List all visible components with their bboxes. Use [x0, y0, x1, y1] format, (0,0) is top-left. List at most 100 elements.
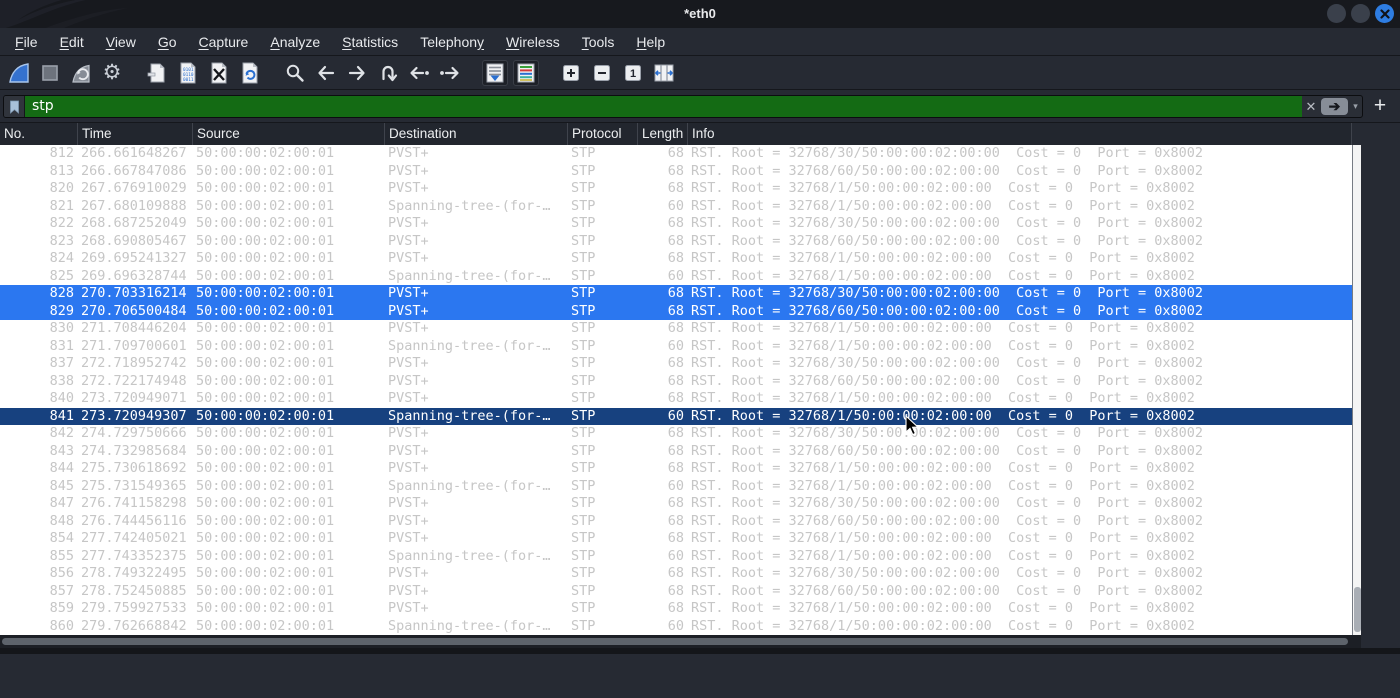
horizontal-scrollbar[interactable]	[0, 635, 1361, 648]
cell-info: RST. Root = 32768/1/50:00:00:02:00:00 Co…	[691, 547, 1195, 564]
menu-file[interactable]: File	[4, 28, 49, 56]
zoom-out-icon[interactable]	[589, 60, 615, 86]
packet-row-845[interactable]: 845 275.731549365 50:00:00:02:00:01 Spannin…	[0, 478, 1352, 496]
cell-no: 848	[49, 512, 74, 529]
go-back-icon[interactable]	[313, 60, 339, 86]
cell-src: 50:00:00:02:00:01	[196, 442, 335, 459]
go-forward-icon[interactable]	[344, 60, 370, 86]
auto-scroll-toggle-icon[interactable]	[482, 59, 508, 86]
packet-row-856[interactable]: 856 278.749322495 50:00:00:02:00:01 PVST+ ST…	[0, 565, 1352, 583]
menu-statistics[interactable]: Statistics	[331, 28, 409, 56]
restart-capture-icon[interactable]	[68, 60, 94, 86]
packet-row-837[interactable]: 837 272.718952742 50:00:00:02:00:01 PVST+ ST…	[0, 355, 1352, 373]
cell-no: 840	[49, 390, 74, 406]
start-capture-icon[interactable]	[6, 60, 32, 86]
column-header-length[interactable]: Length	[638, 123, 688, 145]
add-filter-button[interactable]: +	[1368, 92, 1392, 120]
right-background-band	[1361, 123, 1400, 648]
cell-time: 274.729750666	[81, 425, 187, 441]
resize-columns-icon[interactable]	[651, 60, 677, 86]
close-file-icon[interactable]	[206, 60, 232, 86]
menu-edit[interactable]: Edit	[49, 28, 95, 56]
packet-row-822[interactable]: 822 268.687252049 50:00:00:02:00:01 PVST+ ST…	[0, 215, 1352, 233]
cell-time: 272.722174948	[81, 372, 187, 389]
cell-info: RST. Root = 32768/30/50:00:00:02:00:00 C…	[691, 565, 1204, 581]
packet-row-821[interactable]: 821 267.680109888 50:00:00:02:00:01 Spannin…	[0, 198, 1352, 216]
horizontal-scrollbar-thumb[interactable]	[2, 638, 1348, 645]
column-header-time[interactable]: Time	[78, 123, 193, 145]
packet-row-838[interactable]: 838 272.722174948 50:00:00:02:00:01 PVST+ ST…	[0, 373, 1352, 391]
menu-go[interactable]: Go	[147, 28, 188, 56]
cell-dst: PVST+	[388, 355, 429, 371]
packet-row-828[interactable]: 828 270.703316214 50:00:00:02:00:01 PVST+ ST…	[0, 285, 1352, 303]
filter-apply-button[interactable]: ➔	[1321, 98, 1348, 115]
packet-row-859[interactable]: 859 279.759927533 50:00:00:02:00:01 PVST+ ST…	[0, 600, 1352, 618]
go-first-packet-icon[interactable]	[406, 60, 432, 86]
vertical-scrollbar[interactable]	[1352, 145, 1361, 635]
packet-row-857[interactable]: 857 278.752450885 50:00:00:02:00:01 PVST+ ST…	[0, 583, 1352, 601]
display-filter-input[interactable]: stp	[25, 96, 1302, 117]
packet-row-820[interactable]: 820 267.676910029 50:00:00:02:00:01 PVST+ ST…	[0, 180, 1352, 198]
packet-row-831[interactable]: 831 271.709700601 50:00:00:02:00:01 Spannin…	[0, 338, 1352, 356]
menu-help[interactable]: Help	[625, 28, 676, 56]
packet-row-843[interactable]: 843 274.732985684 50:00:00:02:00:01 PVST+ ST…	[0, 443, 1352, 461]
packet-row-847[interactable]: 847 276.741158298 50:00:00:02:00:01 PVST+ ST…	[0, 495, 1352, 513]
column-header-source[interactable]: Source	[193, 123, 385, 145]
cell-len: 68	[667, 425, 684, 441]
packet-row-854[interactable]: 854 277.742405021 50:00:00:02:00:01 PVST+ ST…	[0, 530, 1352, 548]
filter-bookmark-button[interactable]	[4, 96, 25, 117]
go-last-packet-icon[interactable]	[437, 60, 463, 86]
packet-row-830[interactable]: 830 271.708446204 50:00:00:02:00:01 PVST+ ST…	[0, 320, 1352, 338]
maximize-button[interactable]	[1351, 4, 1370, 23]
packet-row-840[interactable]: 840 273.720949071 50:00:00:02:00:01 PVST+ ST…	[0, 390, 1352, 408]
find-packet-icon[interactable]	[282, 60, 308, 86]
cell-src: 50:00:00:02:00:01	[196, 390, 335, 406]
save-file-icon[interactable]: 0101 0110 0011	[175, 60, 201, 86]
display-filter-bar: stp ✕ ➔ ▾ +	[0, 90, 1400, 123]
packet-row-842[interactable]: 842 274.729750666 50:00:00:02:00:01 PVST+ ST…	[0, 425, 1352, 443]
go-to-packet-icon[interactable]	[375, 60, 401, 86]
packet-row-841[interactable]: 841 273.720949307 50:00:00:02:00:01 Spannin…	[0, 407, 1352, 425]
cell-dst: PVST+	[388, 372, 429, 389]
filter-dropdown-button[interactable]: ▾	[1349, 96, 1362, 117]
packet-row-860[interactable]: 860 279.762668842 50:00:00:02:00:01 Spannin…	[0, 618, 1352, 636]
menu-tools[interactable]: Tools	[571, 28, 626, 56]
packet-row-844[interactable]: 844 275.730618692 50:00:00:02:00:01 PVST+ ST…	[0, 460, 1352, 478]
packet-row-812[interactable]: 812 266.661648267 50:00:00:02:00:01 PVST+ ST…	[0, 145, 1352, 163]
packet-row-825[interactable]: 825 269.696328744 50:00:00:02:00:01 Spannin…	[0, 268, 1352, 286]
zoom-in-icon[interactable]	[558, 60, 584, 86]
menu-wireless[interactable]: Wireless	[495, 28, 571, 56]
menu-analyze[interactable]: Analyze	[259, 28, 331, 56]
packet-row-848[interactable]: 848 276.744456116 50:00:00:02:00:01 PVST+ ST…	[0, 513, 1352, 531]
column-header-destination[interactable]: Destination	[385, 123, 568, 145]
cell-time: 273.720949071	[81, 390, 187, 406]
cell-time: 274.732985684	[81, 442, 187, 459]
column-header-protocol[interactable]: Protocol	[568, 123, 638, 145]
cell-time: 273.720949307	[81, 407, 187, 424]
reload-file-icon[interactable]	[237, 60, 263, 86]
menu-telephony[interactable]: Telephony	[409, 28, 495, 56]
column-header-no[interactable]: No.	[0, 123, 78, 145]
open-file-icon[interactable]	[144, 60, 170, 86]
menu-capture[interactable]: Capture	[188, 28, 260, 56]
zoom-100-icon[interactable]: 1	[620, 60, 646, 86]
stop-capture-icon[interactable]	[37, 60, 63, 86]
cell-time: 266.667847086	[81, 162, 187, 179]
capture-options-icon[interactable]: ⚙	[99, 60, 125, 86]
packet-row-824[interactable]: 824 269.695241327 50:00:00:02:00:01 PVST+ ST…	[0, 250, 1352, 268]
packet-row-829[interactable]: 829 270.706500484 50:00:00:02:00:01 PVST+ ST…	[0, 302, 1352, 320]
packet-row-855[interactable]: 855 277.743352375 50:00:00:02:00:01 Spannin…	[0, 548, 1352, 566]
filter-clear-button[interactable]: ✕	[1302, 96, 1320, 117]
minimize-button[interactable]	[1327, 4, 1346, 23]
packet-row-813[interactable]: 813 266.667847086 50:00:00:02:00:01 PVST+ ST…	[0, 163, 1352, 181]
menu-view[interactable]: View	[95, 28, 147, 56]
cell-len: 68	[667, 495, 684, 511]
cell-dst: Spanning-tree-(for-…	[388, 477, 551, 494]
vertical-scrollbar-thumb[interactable]	[1354, 587, 1361, 632]
packet-row-823[interactable]: 823 268.690805467 50:00:00:02:00:01 PVST+ ST…	[0, 233, 1352, 251]
cell-info: RST. Root = 32768/60/50:00:00:02:00:00 C…	[691, 232, 1204, 249]
close-button[interactable]	[1375, 4, 1394, 23]
column-header-info[interactable]: Info	[688, 123, 1352, 145]
colorize-toggle-icon[interactable]	[513, 59, 539, 86]
cell-len: 68	[667, 460, 684, 476]
